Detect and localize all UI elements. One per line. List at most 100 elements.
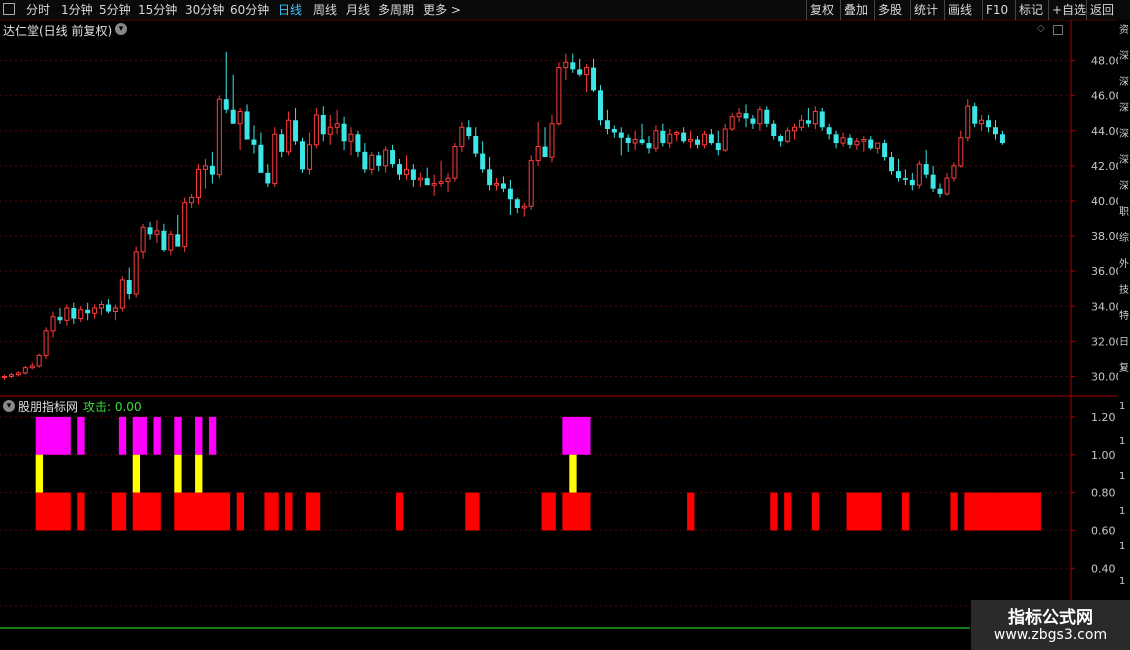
candle-body xyxy=(708,134,714,144)
candle-body xyxy=(147,227,153,235)
candle xyxy=(618,127,624,156)
candle-body xyxy=(951,165,957,179)
y-tick-label: 36.00 xyxy=(1091,265,1118,278)
candle-body xyxy=(403,168,409,176)
candle xyxy=(161,223,167,252)
indicator-bar-red xyxy=(118,492,127,531)
candle-body xyxy=(313,114,319,146)
candle-body xyxy=(674,132,680,135)
candle xyxy=(868,136,874,151)
candle-body xyxy=(327,126,333,135)
candle-body xyxy=(2,375,7,378)
candle-body xyxy=(459,126,465,148)
indicator-bar-red xyxy=(465,492,473,531)
y-tick-label: 0.60 xyxy=(1091,524,1116,537)
candle xyxy=(237,107,243,151)
candle-body xyxy=(854,140,860,146)
candle xyxy=(535,121,541,166)
indicator-bar-red xyxy=(548,492,556,531)
candle xyxy=(521,202,527,217)
candle xyxy=(57,308,63,324)
candle-body xyxy=(958,137,964,167)
indicator-bar-red xyxy=(181,492,189,531)
candle-body xyxy=(154,230,160,235)
y-tick-label: 30.00 xyxy=(1091,370,1118,383)
candle xyxy=(376,151,382,172)
indicator-bar-red xyxy=(208,492,217,531)
y-tick-label: 48.00 xyxy=(1091,55,1118,68)
candle-body xyxy=(549,123,555,158)
candle-body xyxy=(535,146,541,162)
strip-char: 特 xyxy=(1119,311,1129,322)
candle-body xyxy=(889,157,895,172)
y-tick-label: 0.80 xyxy=(1091,487,1116,500)
candle xyxy=(812,106,818,130)
candle xyxy=(597,85,603,126)
candle xyxy=(854,137,860,151)
indicator-menu-icon[interactable]: ▾ xyxy=(3,400,15,412)
candle-body xyxy=(29,365,35,369)
candle-body xyxy=(265,172,271,184)
candle-body xyxy=(916,163,922,186)
candle xyxy=(667,129,673,149)
indicator-bar-red xyxy=(583,492,591,531)
indicator-bar-red xyxy=(202,492,210,531)
indicator-bar-red xyxy=(1026,492,1035,531)
candle xyxy=(251,125,257,154)
indicator-bar-yellow xyxy=(35,454,44,493)
indicator-bar-red xyxy=(153,492,161,531)
strip-char: 深 xyxy=(1119,181,1129,192)
candle-body xyxy=(798,119,804,128)
indicator-bar-magenta xyxy=(42,416,50,455)
candle xyxy=(549,114,555,163)
indicator-bar-red xyxy=(811,492,820,531)
candle xyxy=(625,134,631,152)
candle-body xyxy=(521,205,527,209)
candle-body xyxy=(972,106,978,124)
candle-body xyxy=(868,139,874,149)
candle-body xyxy=(667,133,673,144)
candle-body xyxy=(618,132,624,138)
candle xyxy=(833,130,839,149)
candle-body xyxy=(660,130,666,144)
candle xyxy=(22,365,28,375)
candle-body xyxy=(306,144,312,170)
candle-body xyxy=(258,144,264,173)
candle xyxy=(390,144,396,168)
candle xyxy=(362,143,368,173)
strip-char: 1 xyxy=(1119,436,1126,447)
candle-body xyxy=(563,61,569,69)
candle xyxy=(78,306,84,323)
strip-char: 复 xyxy=(1119,363,1129,374)
candle-body xyxy=(43,330,49,356)
candle-body xyxy=(681,132,687,142)
indicator-bar-red xyxy=(215,492,224,531)
candle-body xyxy=(182,202,188,248)
candle-body xyxy=(78,309,84,320)
candle xyxy=(286,111,292,156)
candle-body xyxy=(202,165,208,170)
indicator-bar-red xyxy=(56,492,64,531)
candle-body xyxy=(909,179,915,186)
right-info-strip: 资深深深深深深职综外技特日复1111111 xyxy=(1118,20,1130,630)
candle-body xyxy=(597,90,603,121)
candle-body xyxy=(986,120,992,128)
candle-body xyxy=(286,119,292,153)
candle xyxy=(958,130,964,168)
candle xyxy=(764,106,770,128)
candle-body xyxy=(244,111,250,140)
candle-body xyxy=(397,164,403,175)
candlestick-chart[interactable]: 48.00 46.00 44.00 42.00 40.00 38.00 36.00 34.00… xyxy=(0,0,1118,630)
indicator-bar-yellow xyxy=(569,454,577,493)
candle xyxy=(313,107,319,149)
candle xyxy=(556,62,562,126)
candle-body xyxy=(764,109,770,124)
candle-body xyxy=(140,226,146,253)
indicator-bar-red xyxy=(264,492,272,531)
candle-body xyxy=(812,110,818,125)
indicator-bar-red xyxy=(867,492,875,531)
candle xyxy=(473,127,479,158)
candle xyxy=(487,157,493,191)
indicator-name: 股朋指标网 xyxy=(18,400,79,414)
indicator-bar-red xyxy=(770,492,778,531)
